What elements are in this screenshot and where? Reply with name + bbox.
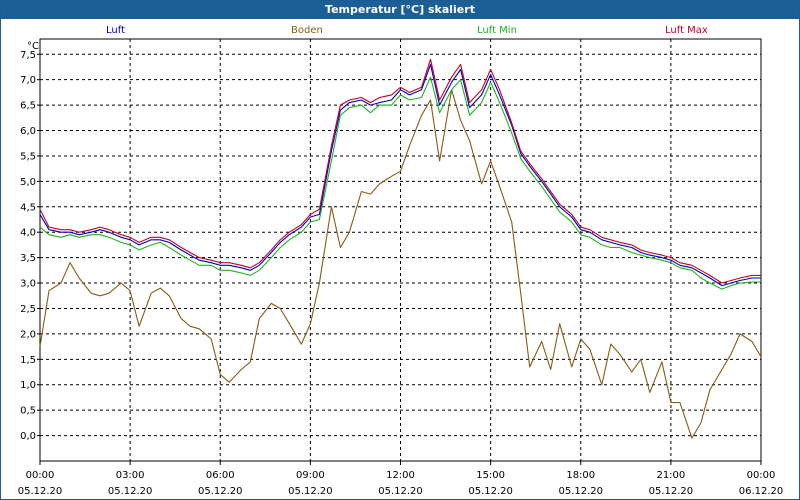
x-tick-time: 03:00 [116,470,145,481]
x-tick-date: 05.12.20 [468,486,513,497]
x-tick-date: 05.12.20 [649,486,694,497]
chart-window: Temperatur [°C] skaliert Luft Boden Luft… [0,0,800,500]
y-tick-label: 1,0 [20,380,36,391]
x-tick-time: 15:00 [476,470,505,481]
temperature-chart: 7,57,06,56,05,55,04,54,03,53,02,52,01,51… [18,38,784,497]
x-tick-time: 12:00 [386,470,415,481]
x-tick-date: 05.12.20 [558,486,603,497]
x-tick-date: 06.12.20 [739,486,784,497]
x-tick-time: 21:00 [656,470,685,481]
y-tick-label: 3,5 [20,253,36,264]
y-tick-label: 5,0 [20,177,36,188]
y-tick-label: 6,5 [20,101,36,112]
y-tick-label: 6,0 [20,126,36,137]
y-tick-label: 4,5 [20,202,36,213]
x-tick-time: 00:00 [26,470,55,481]
x-tick-time: 06:00 [206,470,235,481]
y-tick-label: 2,0 [20,329,36,340]
y-tick-label: 3,0 [20,279,36,290]
y-tick-label: 7,0 [20,75,36,86]
x-tick-date: 05.12.20 [108,486,153,497]
y-tick-label: 0,0 [20,431,36,442]
x-tick-date: 05.12.20 [378,486,423,497]
x-tick-time: 18:00 [566,470,595,481]
y-tick-label: 1,5 [20,355,36,366]
x-tick-date: 05.12.20 [288,486,333,497]
x-tick-date: 05.12.20 [18,486,63,497]
y-axis-unit: °C [27,41,39,52]
x-tick-time: 00:00 [747,470,776,481]
y-tick-label: 4,0 [20,228,36,239]
y-tick-label: 2,5 [20,304,36,315]
x-axis: 00:00 05.12.20 03:00 05.12.20 06:00 05.12.20 0… [18,461,784,497]
y-tick-label: 5,5 [20,151,36,162]
y-tick-label: 0,5 [20,406,36,417]
x-tick-date: 05.12.20 [198,486,243,497]
x-tick-time: 09:00 [296,470,325,481]
y-axis: 7,57,06,56,05,55,04,54,03,53,02,52,01,51… [20,50,40,442]
